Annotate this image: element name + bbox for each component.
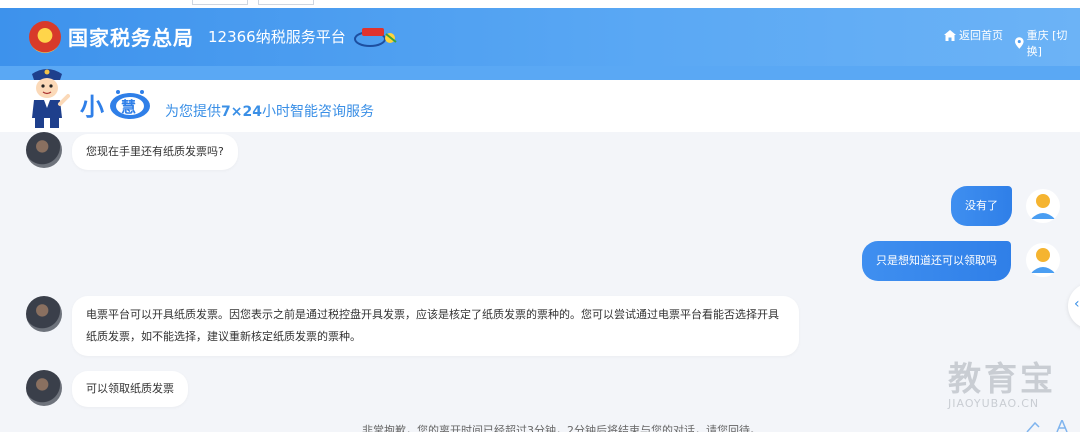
slogan-prefix: 为您提供 <box>165 104 221 120</box>
xiaohui-logo-icon: 小 慧 <box>80 90 150 121</box>
home-link[interactable]: 返回首页 <box>944 27 1003 43</box>
bot-avatar <box>26 132 62 168</box>
bot-avatar <box>26 370 62 406</box>
top-tab-right[interactable] <box>258 0 314 5</box>
home-link-label: 返回首页 <box>959 29 1003 42</box>
platform-subtitle: 12366纳税服务平台 <box>208 28 346 46</box>
bot-message: 电票平台可以开具纸质发票。因您表示之前是通过税控盘开具发票，应该是核定了纸质发票… <box>72 296 799 356</box>
user-avatar-icon <box>1031 248 1055 273</box>
national-emblem-icon <box>29 21 61 53</box>
top-strip <box>0 0 1080 8</box>
chevron-left-icon: ‹ <box>1074 296 1080 312</box>
user-avatar-icon <box>1031 194 1055 219</box>
city-switch-label: 重庆 [切换] <box>1026 29 1068 58</box>
site-header: 国家税务总局 12366纳税服务平台 返回首页 重庆 [切换] <box>0 8 1080 66</box>
watermark-en: JIAOYUBAO.CN <box>948 397 1040 410</box>
timeout-notice: 非常抱歉，您的离开时间已经超过3分钟，2分钟后将结束与您的对话，请您回待。 <box>362 424 761 432</box>
user-message: 没有了 <box>951 186 1012 226</box>
watermark-cn: 教育宝 <box>948 359 1056 398</box>
top-tab-left[interactable] <box>192 0 248 5</box>
svg-text:小: 小 <box>80 93 104 121</box>
bot-message: 您现在手里还有纸质发票吗? <box>72 134 238 170</box>
location-pin-icon <box>1015 37 1024 49</box>
bot-message: 可以领取纸质发票 <box>72 371 188 407</box>
header-band <box>0 66 1080 80</box>
mascot-icon <box>32 69 70 128</box>
user-avatar <box>1026 189 1060 223</box>
slogan-suffix: 小时智能咨询服务 <box>261 104 374 120</box>
user-message: 只是想知道还可以领取吗 <box>862 241 1011 281</box>
city-switch[interactable]: 重庆 [切换] <box>1015 27 1080 59</box>
chat-area[interactable]: 您现在手里还有纸质发票吗? 没有了 只是想知道还可以领取吗 电票平台可以开具纸质… <box>0 132 1080 432</box>
banner-slogan: 为您提供7×24小时智能咨询服务 <box>165 101 374 121</box>
input-tools-icon[interactable] <box>1025 420 1075 432</box>
assistant-banner <box>0 80 1080 132</box>
watermark: 教育宝 JIAOYUBAO.CN <box>930 352 1070 412</box>
user-avatar <box>1026 243 1060 277</box>
platform-logo-icon <box>354 28 397 47</box>
home-icon <box>944 29 956 41</box>
svg-text:慧: 慧 <box>121 98 136 116</box>
slogan-hours: 7×24 <box>221 104 262 120</box>
xiaohui-logo: 小 慧 <box>80 89 152 121</box>
bot-avatar <box>26 296 62 332</box>
site-title: 国家税务总局 <box>68 26 194 50</box>
